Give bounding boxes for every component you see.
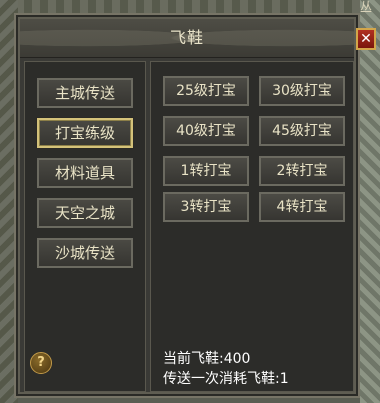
background-right-terrain bbox=[360, 0, 380, 403]
sidebar-item-materials-items[interactable]: 材料道具 bbox=[37, 158, 133, 188]
destination-button-rebirth4[interactable]: 4转打宝 bbox=[259, 192, 345, 222]
help-icon[interactable]: ? bbox=[30, 352, 52, 374]
destination-button-rebirth3[interactable]: 3转打宝 bbox=[163, 192, 249, 222]
corner-glyph: 丛 bbox=[359, 0, 372, 14]
flying-shoes-window: 飞鞋 主城传送 打宝练级 材料道具 天空之城 沙城传送 25级打宝 30级打宝 … bbox=[14, 13, 360, 398]
sidebar-item-sky-city[interactable]: 天空之城 bbox=[37, 198, 133, 228]
teleport-cost: 传送一次消耗飞鞋:1 bbox=[163, 371, 289, 387]
destination-button-rebirth1[interactable]: 1转打宝 bbox=[163, 156, 249, 186]
destination-button-lv45[interactable]: 45级打宝 bbox=[259, 116, 345, 146]
sidebar-item-sand-city-teleport[interactable]: 沙城传送 bbox=[37, 238, 133, 268]
category-sidebar: 主城传送 打宝练级 材料道具 天空之城 沙城传送 bbox=[24, 61, 146, 392]
background-top-border bbox=[0, 0, 380, 14]
window-title: 飞鞋 bbox=[169, 28, 204, 47]
destination-button-lv30[interactable]: 30级打宝 bbox=[259, 76, 345, 106]
title-bar[interactable]: 飞鞋 bbox=[20, 19, 354, 58]
current-shoes-count: 当前飞鞋:400 bbox=[163, 351, 251, 367]
sidebar-item-main-city-teleport[interactable]: 主城传送 bbox=[37, 78, 133, 108]
destination-button-lv25[interactable]: 25级打宝 bbox=[163, 76, 249, 106]
sidebar-item-treasure-leveling[interactable]: 打宝练级 bbox=[37, 118, 133, 148]
destination-button-lv40[interactable]: 40级打宝 bbox=[163, 116, 249, 146]
destination-button-rebirth2[interactable]: 2转打宝 bbox=[259, 156, 345, 186]
close-button[interactable]: ✕ bbox=[356, 28, 376, 50]
destination-panel: 25级打宝 30级打宝 40级打宝 45级打宝 1转打宝 2转打宝 3转打宝 4… bbox=[150, 61, 354, 392]
